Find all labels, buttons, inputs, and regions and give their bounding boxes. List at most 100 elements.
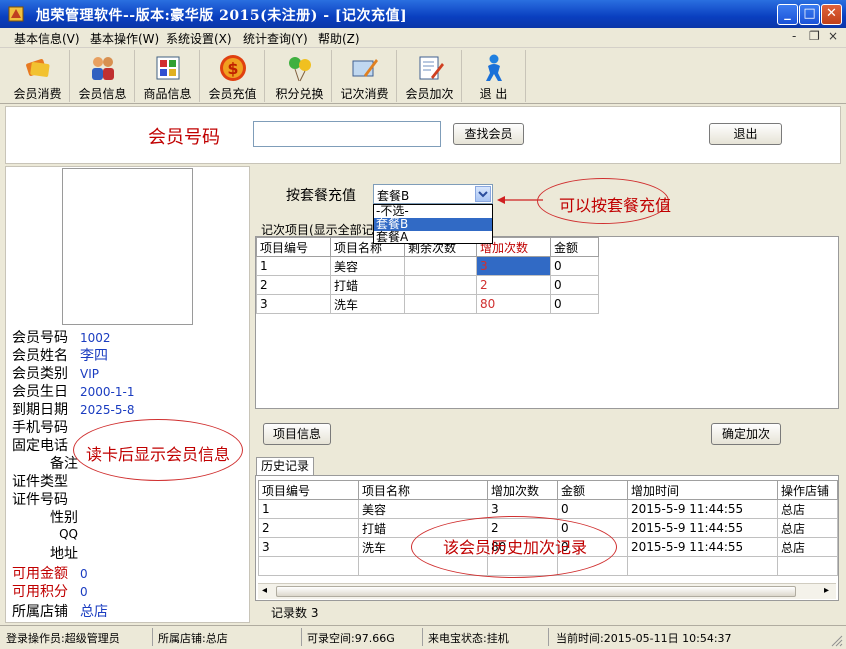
member-field-row: 会员号码 1002	[12, 330, 111, 346]
scroll-thumb[interactable]	[276, 586, 796, 597]
menu-bar: 基本信息(V) 基本操作(W) 系统设置(X) 统计查询(Y) 帮助(Z) - …	[0, 28, 846, 48]
balloons-icon	[288, 57, 311, 82]
close-button[interactable]: ✕	[821, 4, 842, 25]
table-row[interactable]: 1 美容 30	[256, 256, 599, 276]
dollar-icon: $	[219, 55, 246, 81]
member-field-row: 会员类别 VIP	[12, 366, 99, 382]
member-field-row: 证件号码	[12, 492, 68, 508]
member-field-row: 手机号码	[12, 420, 68, 436]
status-operator: 登录操作员:超级管理员	[6, 632, 120, 645]
add-count-cell[interactable]: 2	[476, 275, 551, 295]
search-panel: 会员号码 查找会员 退出	[5, 106, 841, 164]
tab-history[interactable]: 历史记录	[256, 457, 314, 475]
column-header: 项目编号	[258, 480, 359, 500]
members-icon	[91, 57, 114, 80]
member-name-value: 李四	[80, 348, 108, 364]
status-bar: 登录操作员:超级管理员 所属店铺:总店 可录空间:97.66G 来电宝状态:挂机…	[0, 625, 846, 649]
card-pen-icon	[352, 59, 378, 77]
column-header: 金额	[557, 480, 628, 500]
member-info-panel: 会员号码 1002 会员姓名 李四 会员类别 VIP 会员生日 2000-1-1 到期日…	[5, 166, 250, 623]
record-count: 记录数 3	[271, 606, 319, 620]
toolbar-member-info[interactable]: 会员信息	[71, 50, 135, 102]
menu-stats[interactable]: 统计查询(Y)	[243, 30, 308, 47]
toolbar: 会员消费 会员信息 商品信息 $ 会员充值 积分兑换 记次消费 会员加次 退 出	[0, 48, 846, 104]
available-amount-value: 0	[80, 567, 88, 581]
table-row[interactable]: 1 美容 3 0 2015-5-9 11:44:55 总店	[258, 499, 838, 519]
menu-basic-info[interactable]: 基本信息(V)	[14, 30, 80, 47]
member-no-input[interactable]	[253, 121, 441, 147]
horizontal-scrollbar[interactable]: ◂ ▸	[258, 583, 836, 599]
package-dropdown-list: -不选- 套餐B 套餐A	[373, 204, 493, 244]
menu-basic-ops[interactable]: 基本操作(W)	[90, 30, 159, 47]
member-field-row: 会员姓名 李四	[12, 348, 108, 364]
table-row[interactable]: 2 打蜡 20	[256, 275, 599, 295]
member-birthday-value: 2000-1-1	[80, 385, 135, 399]
minimize-button[interactable]: _	[777, 4, 798, 25]
app-icon	[8, 6, 24, 22]
member-no-label: 会员号码	[148, 127, 220, 148]
member-field-row: 性别	[50, 510, 78, 526]
member-shop-value: 总店	[80, 604, 108, 620]
member-field-row: QQ	[59, 527, 78, 541]
member-field-row: 固定电话	[12, 438, 68, 454]
window-title: 旭荣管理软件--版本:豪华版 2015(未注册) - [记次充值]	[36, 8, 408, 24]
status-space: 可录空间:97.66G	[307, 632, 395, 645]
member-type-value: VIP	[80, 367, 99, 381]
status-phone: 来电宝状态:挂机	[428, 632, 509, 645]
column-header: 操作店铺	[777, 480, 838, 500]
member-no-value: 1002	[80, 331, 111, 345]
menu-help[interactable]: 帮助(Z)	[318, 30, 360, 47]
column-header: 项目编号	[256, 237, 331, 257]
exit-button[interactable]: 退出	[709, 123, 782, 145]
confirm-add-count-button[interactable]: 确定加次	[711, 423, 781, 445]
mdi-minimize-button[interactable]: -	[792, 29, 796, 43]
status-shop: 所属店铺:总店	[158, 632, 228, 645]
available-points-value: 0	[80, 585, 88, 599]
add-count-cell[interactable]: 80	[476, 294, 551, 314]
toolbar-goods-info[interactable]: 商品信息	[136, 50, 200, 102]
chevron-down-icon[interactable]	[475, 186, 491, 202]
member-field-row: 可用积分 0	[12, 584, 88, 600]
svg-text:$: $	[227, 59, 238, 78]
annotation-package: 可以按套餐充值	[559, 196, 672, 215]
cards-icon	[25, 59, 49, 77]
member-field-row: 到期日期 2025-5-8	[12, 402, 135, 418]
toolbar-member-add-count[interactable]: 会员加次	[398, 50, 462, 102]
scroll-right-icon[interactable]: ▸	[824, 585, 829, 596]
column-header: 增加时间	[627, 480, 778, 500]
annotation-history: 该会员历史加次记录	[443, 538, 588, 557]
member-expiry-value: 2025-5-8	[80, 403, 135, 417]
table-row[interactable]: 3 洗车 80 0	[256, 294, 599, 314]
menu-settings[interactable]: 系统设置(X)	[166, 30, 232, 47]
title-bar: 旭荣管理软件--版本:豪华版 2015(未注册) - [记次充值] _ □ ✕	[0, 0, 846, 28]
toolbar-points-exchange[interactable]: 积分兑换	[268, 50, 332, 102]
add-count-cell[interactable]: 3	[476, 256, 551, 276]
column-header: 增加次数	[487, 480, 558, 500]
toolbar-member-consume[interactable]: 会员消费	[6, 50, 70, 102]
package-option[interactable]: 套餐A	[374, 231, 492, 244]
scroll-left-icon[interactable]: ◂	[262, 585, 267, 596]
person-exit-icon	[485, 54, 502, 81]
member-field-row: 证件类型	[12, 474, 68, 490]
package-select[interactable]: 套餐B	[373, 184, 493, 204]
recharge-panel: 按套餐充值 套餐B -不选- 套餐B 套餐A 可以按套餐充值 记次项目(显示全部…	[253, 166, 841, 623]
grid-icon	[156, 56, 179, 80]
resize-grip-icon[interactable]	[830, 634, 844, 648]
maximize-button[interactable]: □	[799, 4, 820, 25]
status-time: 当前时间:2015-05-11日 10:54:37	[556, 632, 732, 645]
mdi-restore-button[interactable]: ❐	[809, 29, 820, 43]
member-field-row: 地址	[50, 546, 78, 562]
memo-pen-icon	[419, 56, 444, 80]
member-field-row: 会员生日 2000-1-1	[12, 384, 135, 400]
column-header: 金额	[550, 237, 599, 257]
member-field-row: 备注	[50, 456, 78, 472]
toolbar-count-consume[interactable]: 记次消费	[333, 50, 397, 102]
toolbar-member-recharge[interactable]: $ 会员充值	[201, 50, 265, 102]
mdi-close-button[interactable]: ×	[828, 29, 838, 43]
member-field-row: 可用金额 0	[12, 566, 88, 582]
member-photo	[62, 168, 193, 325]
item-info-button[interactable]: 项目信息	[263, 423, 331, 445]
toolbar-exit[interactable]: 退 出	[462, 50, 526, 102]
member-field-row: 所属店铺 总店	[12, 604, 108, 620]
find-member-button[interactable]: 查找会员	[453, 123, 524, 145]
